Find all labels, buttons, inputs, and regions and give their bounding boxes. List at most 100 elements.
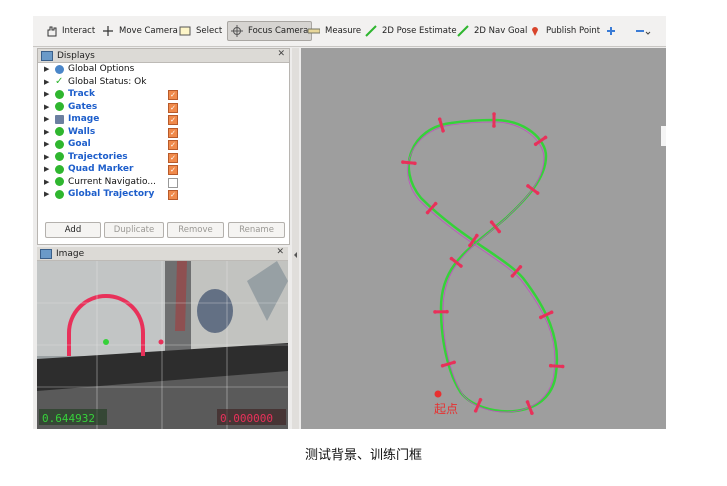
expand-arrow-icon[interactable]: ▶ [44, 140, 52, 148]
plus-icon [605, 25, 619, 37]
expand-arrow-icon[interactable]: ▶ [44, 153, 52, 161]
gate-marker [433, 309, 449, 314]
display-item-label: Global Trajectory [68, 189, 155, 200]
display-item-label: Gates [68, 101, 98, 112]
expand-arrow-icon[interactable]: ▶ [44, 115, 52, 123]
expand-arrow-icon[interactable]: ▶ [44, 178, 52, 186]
expand-arrow-icon[interactable]: ▶ [44, 128, 52, 136]
error-value: 0.000000 [220, 412, 273, 425]
visibility-checkbox[interactable]: ✓ [168, 140, 178, 150]
visibility-checkbox[interactable]: ✓ [168, 115, 178, 125]
display-item-label: Track [68, 89, 95, 100]
track-path [407, 118, 559, 413]
expand-arrow-icon[interactable]: ▶ [44, 103, 52, 111]
check-icon: ✓ [55, 76, 64, 88]
marker-icon [55, 102, 64, 112]
display-item[interactable]: ▶ Global Options [38, 63, 289, 76]
display-item-label: Walls [68, 126, 96, 137]
add-button[interactable]: Add [45, 222, 101, 238]
marker-icon [55, 164, 64, 174]
measure-tool[interactable]: Measure [307, 22, 361, 40]
pose-estimate-tool[interactable]: 2D Pose Estimate [365, 22, 457, 40]
globe-icon [55, 64, 64, 74]
gate-markers [401, 112, 565, 415]
display-item[interactable]: ▶ Image ✓ [38, 113, 289, 126]
display-item[interactable]: ▶ Goal ✓ [38, 138, 289, 151]
start-label: 起点 [434, 402, 458, 416]
camera-image: 0.644932 0.000000 [37, 261, 288, 429]
green-arrow-icon [365, 25, 379, 37]
expand-arrow-icon[interactable]: ▶ [44, 65, 52, 73]
expand-arrow-icon[interactable]: ▶ [44, 190, 52, 198]
display-item-label: Trajectories [68, 151, 128, 162]
expand-arrow-icon[interactable]: ▶ [44, 78, 52, 86]
confidence-value: 0.644932 [42, 412, 95, 425]
display-item[interactable]: ▶ Gates ✓ [38, 101, 289, 114]
rviz-window: Interact Move Camera Select Focus Camera… [33, 16, 666, 429]
expand-arrow-icon[interactable]: ▶ [44, 90, 52, 98]
remove-tool-menu[interactable] [635, 22, 652, 40]
focus-camera-tool[interactable]: Focus Camera [227, 21, 313, 41]
visibility-checkbox[interactable]: ✓ [168, 152, 178, 163]
focus-icon [231, 25, 245, 37]
gate-marker [526, 184, 540, 195]
gate-marker [538, 310, 554, 320]
display-item-label: Current Navigatio... [68, 176, 156, 187]
visibility-checkbox[interactable] [168, 177, 178, 188]
gate-marker [473, 397, 483, 413]
move-icon [102, 25, 116, 37]
publish-point-tool[interactable]: Publish Point [529, 22, 600, 40]
green-arrow-icon [457, 25, 471, 37]
pose-icon [55, 139, 64, 149]
pose-icon [55, 189, 64, 199]
visibility-checkbox[interactable]: ✓ [168, 102, 178, 113]
visibility-checkbox[interactable]: ✓ [168, 165, 178, 175]
display-item[interactable]: ▶ Quad Marker ✓ [38, 163, 289, 176]
marker-icon [55, 89, 64, 99]
display-item[interactable]: ▶ ✓ Global Status: Ok [38, 76, 289, 89]
display-item-label: Goal [68, 139, 91, 150]
figure-caption: 测试背景、训练门框 [304, 448, 422, 463]
pose-icon [55, 177, 64, 187]
panel-splitter[interactable] [292, 48, 299, 429]
display-item[interactable]: ▶ Track ✓ [38, 88, 289, 101]
nav-goal-tool[interactable]: 2D Nav Goal [457, 22, 527, 40]
map-pin-icon [529, 25, 543, 37]
monitor-icon [40, 248, 52, 259]
interact-tool[interactable]: Interact [45, 22, 95, 40]
close-icon[interactable]: ✕ [277, 49, 285, 59]
trajectory-path [407, 121, 556, 413]
toolbar: Interact Move Camera Select Focus Camera… [33, 16, 666, 47]
display-item-label: Global Status: Ok [68, 76, 147, 87]
display-item[interactable]: ▶ Trajectories ✓ [38, 151, 289, 164]
display-item[interactable]: ▶ Global Trajectory ✓ [38, 188, 289, 201]
add-tool-button[interactable] [605, 22, 622, 40]
expand-arrow-icon[interactable]: ▶ [44, 165, 52, 173]
visibility-checkbox[interactable]: ✓ [168, 90, 178, 100]
select-tool[interactable]: Select [179, 22, 222, 40]
close-icon[interactable]: ✕ [276, 247, 284, 257]
3d-view[interactable]: 起点 [301, 48, 666, 429]
display-item-label: Image [68, 114, 100, 125]
display-item[interactable]: ▶ Current Navigatio... [38, 176, 289, 189]
pose-icon [55, 152, 64, 162]
image-icon [55, 114, 64, 124]
image-panel-header: Image ✕ [37, 247, 288, 261]
display-item[interactable]: ▶ Walls ✓ [38, 126, 289, 139]
displays-panel-header: Displays ✕ [38, 49, 289, 63]
visibility-checkbox[interactable]: ✓ [168, 190, 178, 200]
marker-icon [55, 127, 64, 137]
displays-panel: Displays ✕ ▶ Global Options ▶ ✓ Global Statu… [37, 48, 290, 245]
remove-button[interactable]: Remove [167, 222, 224, 238]
rename-button[interactable]: Rename [228, 222, 285, 238]
move-camera-tool[interactable]: Move Camera [102, 22, 178, 40]
display-item-label: Global Options [68, 64, 135, 75]
display-buttons: Add Duplicate Remove Rename [37, 221, 288, 239]
hand-icon [45, 25, 59, 37]
image-panel: Image ✕ 0.644932 0.000000 [37, 247, 288, 429]
duplicate-button[interactable]: Duplicate [104, 222, 164, 238]
visibility-checkbox[interactable]: ✓ [168, 127, 178, 138]
ruler-icon [307, 25, 322, 37]
select-icon [179, 25, 193, 37]
minus-dropdown-icon [635, 25, 651, 37]
